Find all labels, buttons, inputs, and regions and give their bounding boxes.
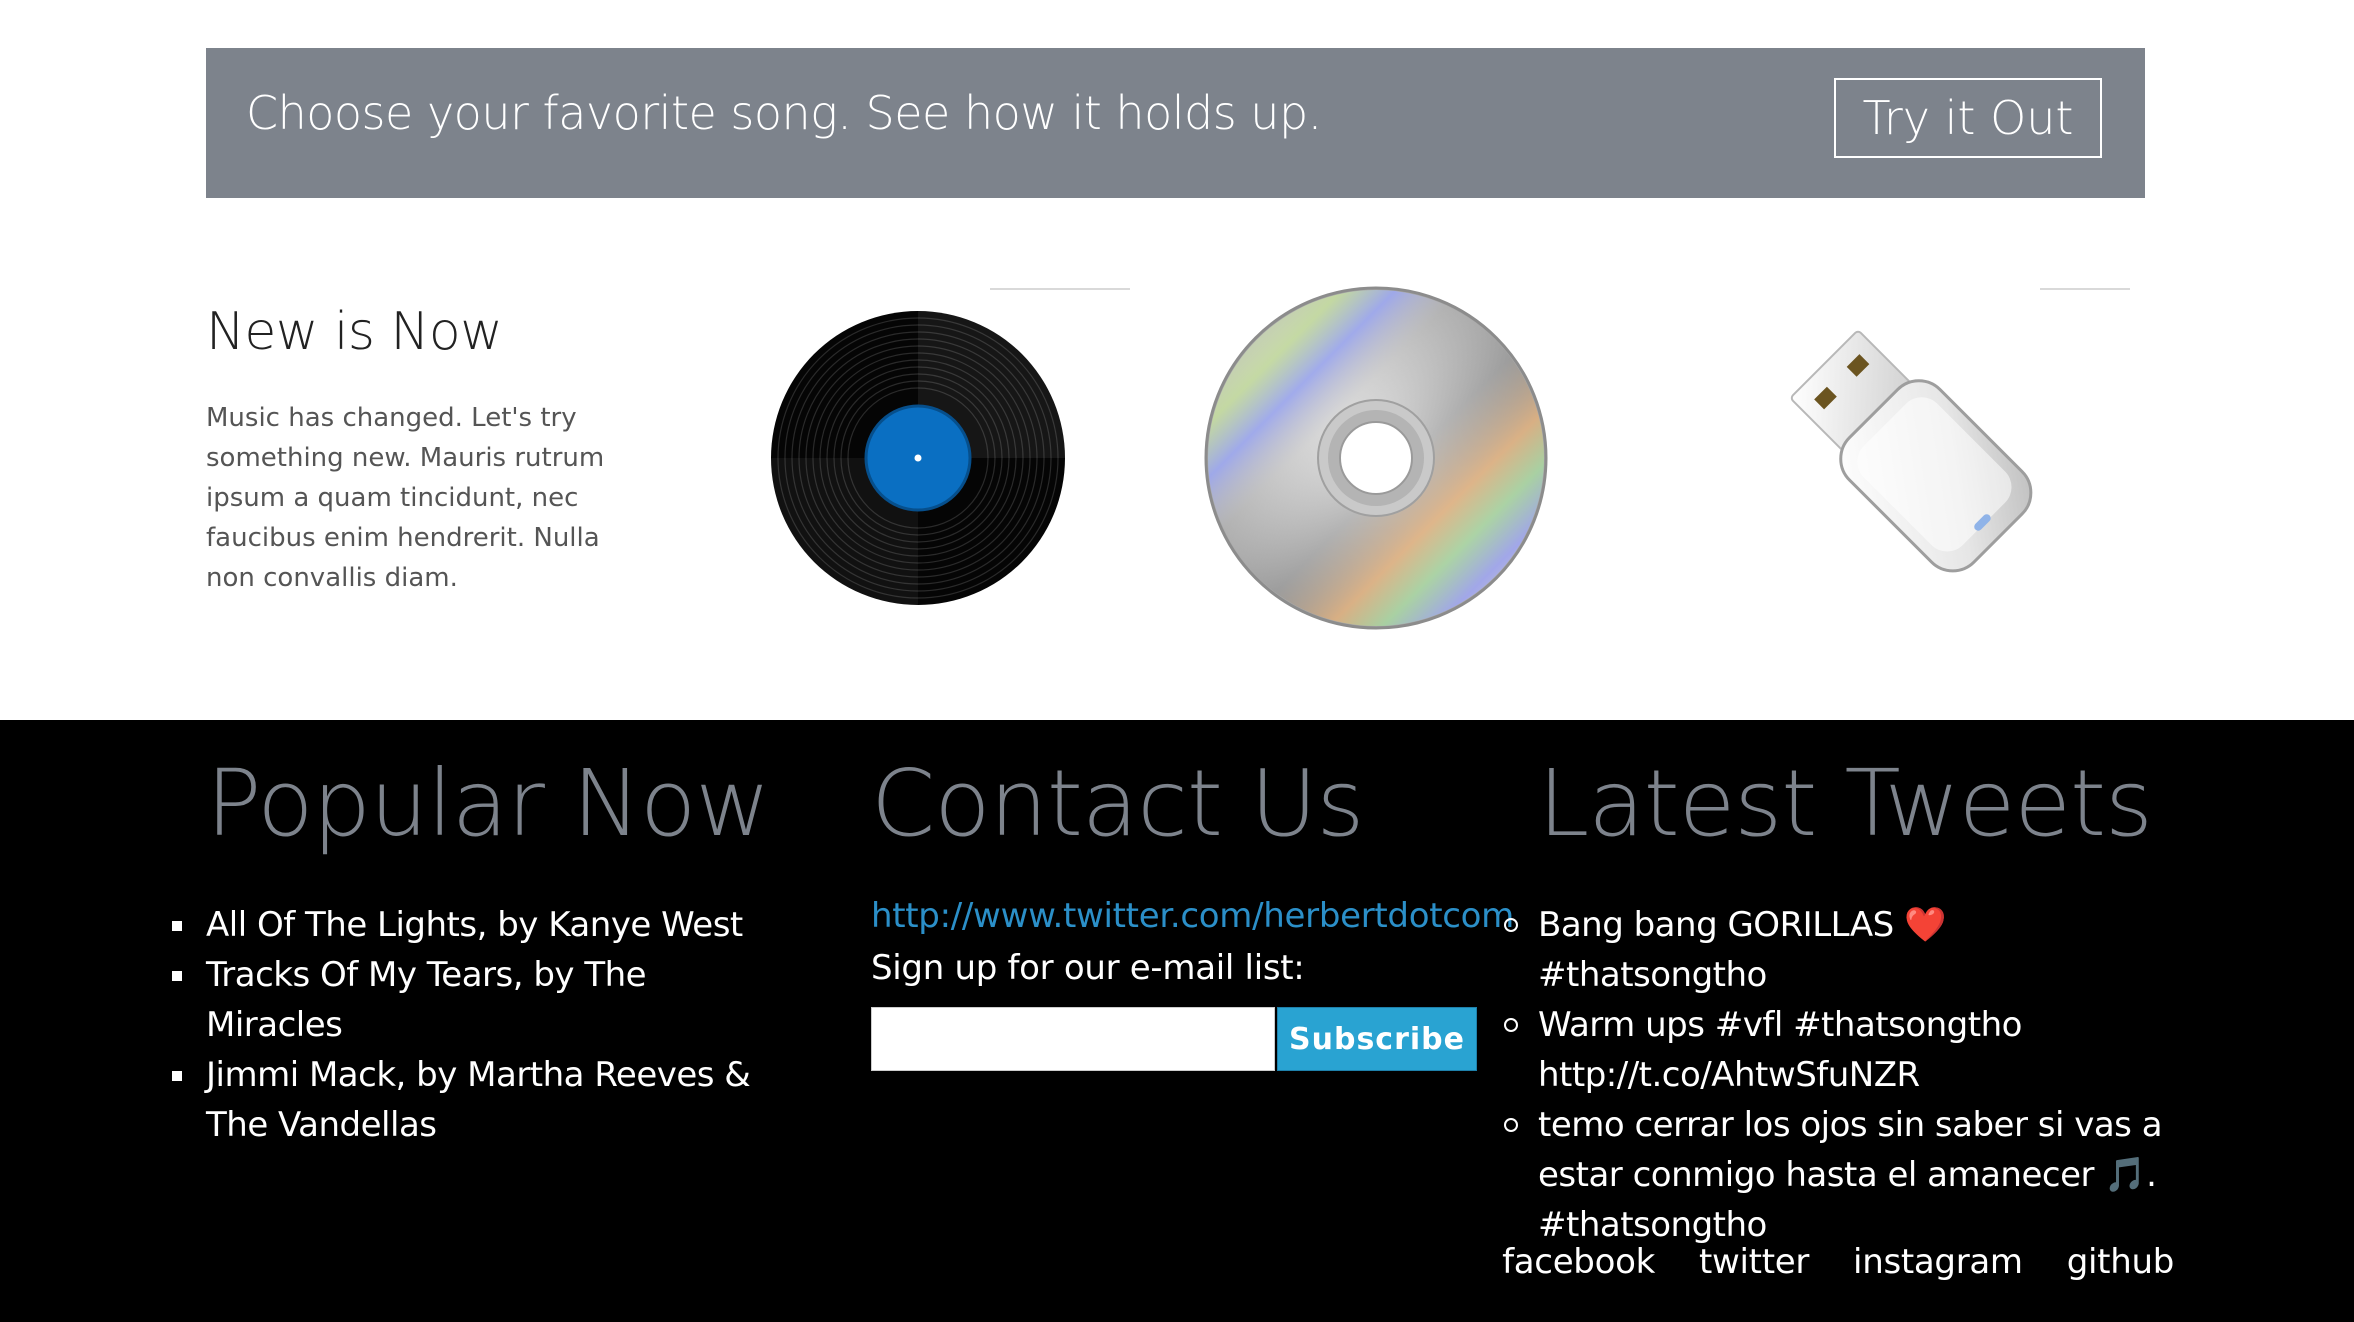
instagram-link[interactable]: instagram: [1853, 1242, 2023, 1282]
image-caption: [990, 288, 1130, 290]
contact-us-title: Contact Us: [871, 750, 1364, 857]
footer: Popular Now All Of The Lights, by Kanye …: [0, 720, 2354, 1322]
email-field[interactable]: [871, 1007, 1275, 1071]
list-item: All Of The Lights, by Kanye West: [172, 900, 766, 950]
heart-icon: ❤️: [1904, 905, 1946, 945]
list-item: Tracks Of My Tears, by The Miracles: [172, 950, 766, 1050]
popular-now-title: Popular Now: [206, 750, 771, 857]
usb-drive-image: [1790, 330, 2033, 573]
tweet-item: Bang bang GORILLAS ❤️ #thatsongtho: [1504, 900, 2178, 1000]
intro-text: Music has changed. Let's try something n…: [206, 403, 605, 593]
intro-title: New is Now: [206, 302, 503, 362]
try-it-out-button[interactable]: Try it Out: [1834, 78, 2102, 158]
popular-songs-list: All Of The Lights, by Kanye West Tracks …: [172, 900, 766, 1150]
tweet-item: temo cerrar los ojos sin saber si vas a …: [1504, 1100, 2178, 1250]
twitter-profile-link[interactable]: http://www.twitter.com/herbertdotcom: [871, 896, 1514, 936]
twitter-link[interactable]: twitter: [1699, 1242, 1809, 1282]
tweet-text: Bang bang GORILLAS: [1538, 905, 1905, 945]
promo-banner: Choose your favorite song. See how it ho…: [206, 48, 2145, 198]
image-caption: [2040, 288, 2130, 290]
github-link[interactable]: github: [2067, 1242, 2175, 1282]
facebook-link[interactable]: facebook: [1502, 1242, 1655, 1282]
tweet-text: Warm ups #vfl #thatsongtho http://t.co/A…: [1538, 1005, 2022, 1095]
music-note-icon: 🎵: [2104, 1155, 2147, 1195]
compact-disc-image: [1204, 286, 1548, 630]
vinyl-record-image: [771, 311, 1065, 605]
social-links: facebook twitter instagram github: [1502, 1242, 2174, 1282]
signup-label: Sign up for our e-mail list:: [871, 948, 1305, 988]
tweet-item: Warm ups #vfl #thatsongtho http://t.co/A…: [1504, 1000, 2178, 1100]
banner-text: Choose your favorite song. See how it ho…: [246, 86, 1322, 140]
tweet-text: #thatsongtho: [1538, 955, 1767, 995]
tweet-text: temo cerrar los ojos sin saber si vas a …: [1538, 1105, 2163, 1195]
list-item: Jimmi Mack, by Martha Reeves & The Vande…: [172, 1050, 766, 1150]
latest-tweets-title: Latest Tweets: [1538, 750, 2153, 857]
subscribe-button[interactable]: Subscribe: [1277, 1007, 1477, 1071]
tweets-list: Bang bang GORILLAS ❤️ #thatsongtho Warm …: [1504, 900, 2178, 1250]
